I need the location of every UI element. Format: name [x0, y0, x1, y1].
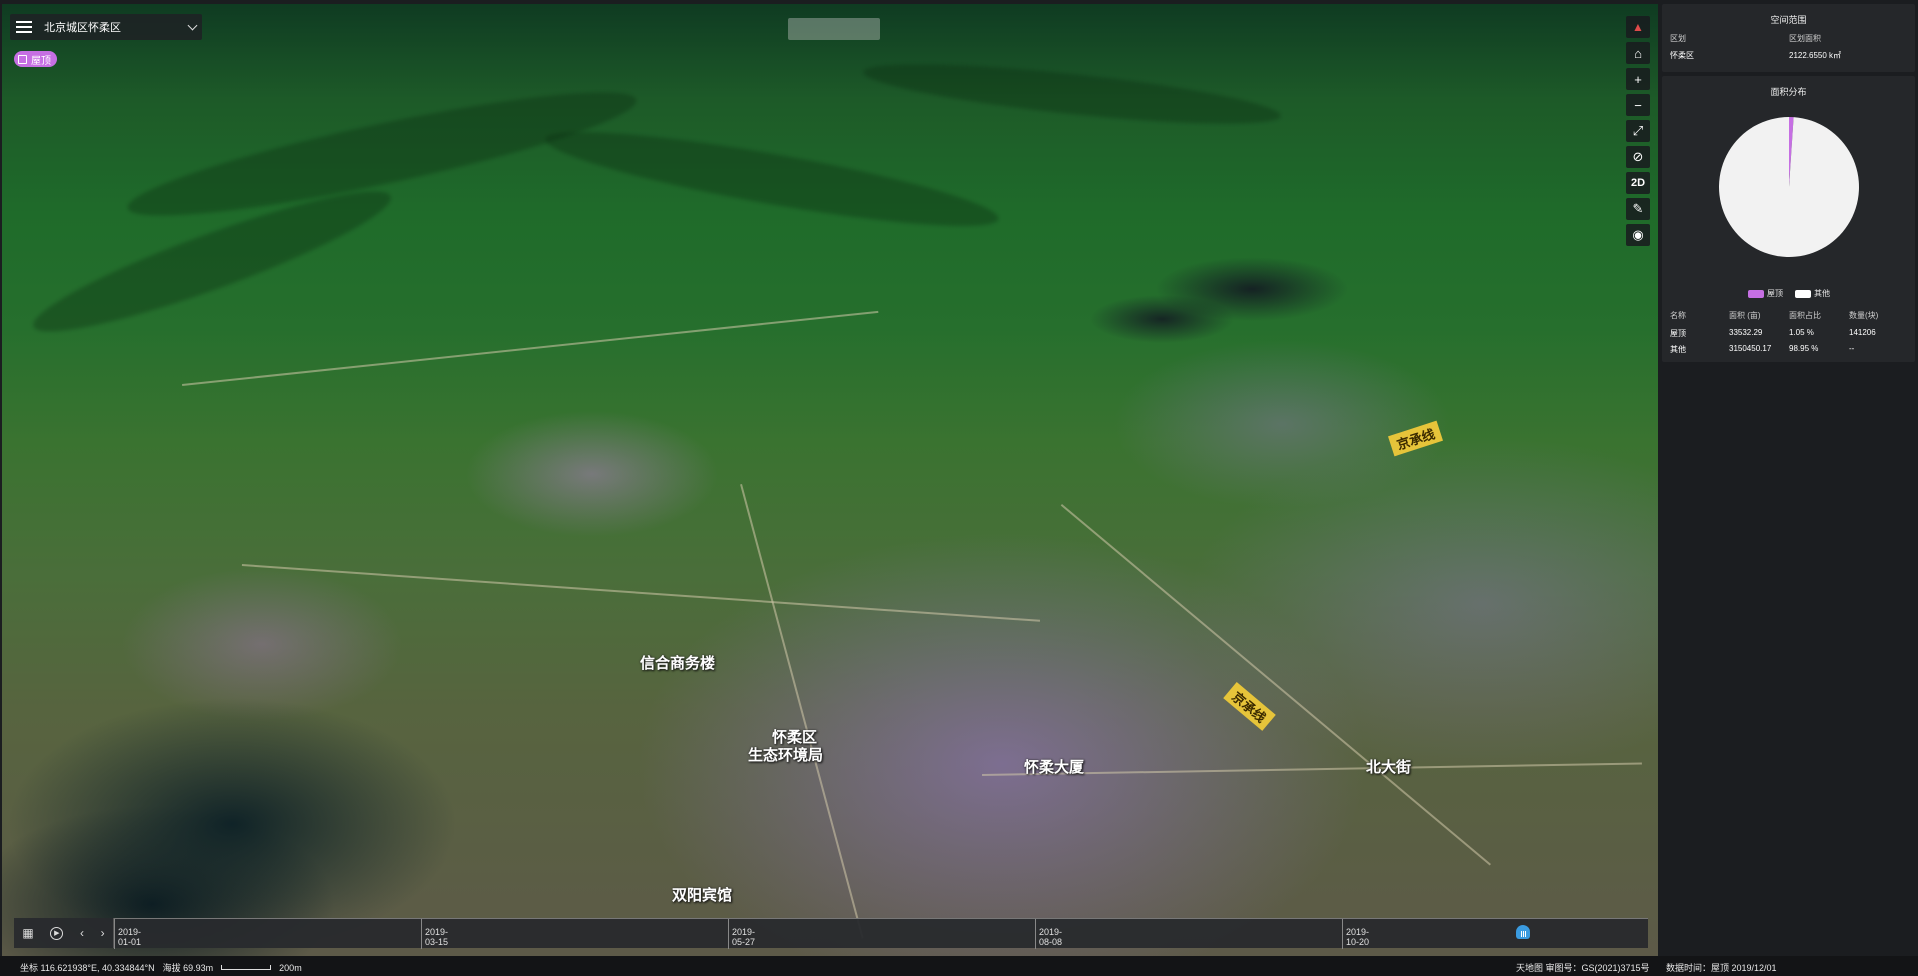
pie-slice-其他[interactable] — [1719, 117, 1859, 257]
chevron-down-icon — [187, 20, 198, 30]
railway-label: 京承线 — [1223, 682, 1276, 731]
eye-off-icon[interactable]: ⊘ — [1626, 146, 1650, 168]
menu-icon[interactable] — [16, 21, 32, 33]
compass-icon[interactable]: ▲ — [1626, 16, 1650, 38]
terrain-ridge — [541, 114, 1003, 244]
railway-label: 京承线 — [1388, 420, 1444, 457]
play-icon[interactable]: ▶ — [50, 926, 64, 940]
map-viewport[interactable]: 京承线 京承线 信合商务楼 怀柔区 生态环境局 怀柔大厦 北大街 双阳宾馆 北京… — [2, 4, 1658, 956]
layer-icon — [18, 54, 27, 64]
place-label: 信合商务楼 — [640, 655, 716, 672]
place-label: 北大街 — [1366, 759, 1412, 776]
timeline-tick-label: 2019-05-27 — [732, 927, 756, 947]
table-cell: 其他 — [1670, 345, 1686, 354]
timeline-tick-label: 2019-08-08 — [1039, 927, 1063, 947]
table-cell: 33532.29 — [1729, 328, 1763, 337]
table-cell: 98.95 % — [1789, 344, 1819, 353]
district-header: 区划 — [1670, 34, 1686, 43]
legend-item-other[interactable]: 其他 — [1795, 288, 1830, 299]
timeline-tick: 2019-03-15 — [421, 919, 448, 949]
timeline-tick-label: 2019-01-01 — [118, 927, 142, 947]
timeline-tick: 2019-10-20 — [1342, 919, 1369, 949]
road-line — [740, 484, 864, 939]
zoom-in-button[interactable]: + — [1626, 68, 1650, 90]
home-icon[interactable]: ⌂ — [1626, 42, 1650, 64]
area-distribution-title: 面积分布 — [1770, 87, 1807, 97]
status-bar: 坐标 116.621938°E, 40.334844°N 海拔 69.93m 2… — [0, 956, 1918, 976]
road-line — [1060, 504, 1491, 866]
terrain-ridge — [861, 52, 1283, 136]
timeline-tick: 2019-01-01 — [114, 919, 141, 949]
pie-chart — [1719, 117, 1859, 257]
map-toolbar: ▲ ⌂ + − ⤢ ⊘ 2D ✎ ◉ — [1626, 16, 1650, 246]
place-label: 生态环境局 — [748, 747, 824, 764]
table-header: 面积占比 — [1789, 311, 1821, 320]
prev-icon[interactable]: ‹ — [80, 926, 84, 940]
status-left: 坐标 116.621938°E, 40.334844°N 海拔 69.93m 2… — [20, 961, 302, 974]
app-root: 京承线 京承线 信合商务楼 怀柔区 生态环境局 怀柔大厦 北大街 双阳宾馆 北京… — [0, 0, 1918, 976]
table-header: 数量(块) — [1849, 311, 1879, 320]
area-header: 区划面积 — [1789, 34, 1821, 43]
zoom-in-label: + — [1634, 71, 1642, 87]
scale-label: 200m — [279, 962, 302, 973]
place-label: 双阳宾馆 — [672, 887, 733, 904]
data-time: 数据时间：屋顶 2019/12/01 — [1666, 963, 1777, 973]
pie-legend: 屋顶 其他 — [1748, 288, 1830, 299]
district-select-value: 北京城区怀柔区 — [44, 22, 121, 34]
legend-swatch — [1748, 289, 1764, 298]
timeline-controls: ▦ ▶ ‹ › — [14, 918, 114, 948]
timeline-tick: 2019-08-08 — [1035, 919, 1062, 949]
spatial-range-panel: 空间范围 区划 区划面积 怀柔区 2122.6550 k㎡ — [1662, 4, 1915, 72]
table-header: 名称 — [1670, 311, 1686, 320]
area-value: 2122.6550 k㎡ — [1789, 51, 1842, 60]
layer-chip-label: 屋顶 — [31, 55, 51, 67]
timeline-track[interactable]: 2019-01-01 2019-03-15 2019-05-27 2019-08… — [114, 918, 1648, 949]
timeline-handle[interactable] — [1516, 925, 1530, 939]
elevation: 海拔 69.93m — [162, 963, 214, 973]
road-line — [182, 310, 879, 386]
place-label: 怀柔大厦 — [1024, 759, 1085, 776]
legend-item-roof[interactable]: 屋顶 — [1748, 288, 1783, 299]
mode-2d-button[interactable]: 2D — [1626, 172, 1650, 194]
mode-2d-label: 2D — [1630, 177, 1646, 189]
map-source: 天地图 审图号：GS(2021)3715号 — [1516, 963, 1650, 973]
road-line — [241, 564, 1041, 622]
district-select[interactable]: 北京城区怀柔区 — [44, 19, 198, 35]
scale-bar — [221, 965, 272, 970]
table-header: 面积 (亩) — [1729, 311, 1761, 320]
map-title-placeholder — [788, 18, 880, 40]
table-cell: 3150450.17 — [1729, 344, 1772, 353]
next-icon[interactable]: › — [101, 926, 105, 940]
timeline-tick-label: 2019-03-15 — [425, 927, 449, 947]
legend-swatch — [1795, 289, 1811, 298]
top-bar: 北京城区怀柔区 — [10, 14, 202, 40]
zoom-out-label: − — [1634, 97, 1642, 113]
terrain-ridge — [121, 70, 643, 238]
calendar-icon[interactable]: ▦ — [22, 926, 33, 940]
zoom-out-button[interactable]: − — [1626, 94, 1650, 116]
table-cell: -- — [1849, 344, 1855, 353]
table-cell: 1.05 % — [1789, 328, 1814, 337]
locate-icon[interactable]: ◉ — [1626, 224, 1650, 246]
ruler-icon[interactable]: ✎ — [1626, 198, 1650, 220]
timeline-tick-label: 2019-10-20 — [1346, 927, 1370, 947]
legend-label: 屋顶 — [1767, 289, 1783, 298]
timeline-tick: 2019-05-27 — [728, 919, 755, 949]
table-cell: 屋顶 — [1670, 329, 1686, 338]
spatial-range-title: 空间范围 — [1770, 15, 1807, 25]
table-cell: 141206 — [1849, 328, 1876, 337]
fullscreen-icon[interactable]: ⤢ — [1626, 120, 1650, 142]
district-value: 怀柔区 — [1670, 51, 1694, 60]
layer-chip[interactable]: 屋顶 — [14, 51, 57, 67]
timeline: ▦ ▶ ‹ › 2019-01-01 2019-03-15 2019-05-27… — [14, 918, 1648, 949]
legend-label: 其他 — [1814, 289, 1830, 298]
coordinates: 坐标 116.621938°E, 40.334844°N — [20, 963, 155, 973]
